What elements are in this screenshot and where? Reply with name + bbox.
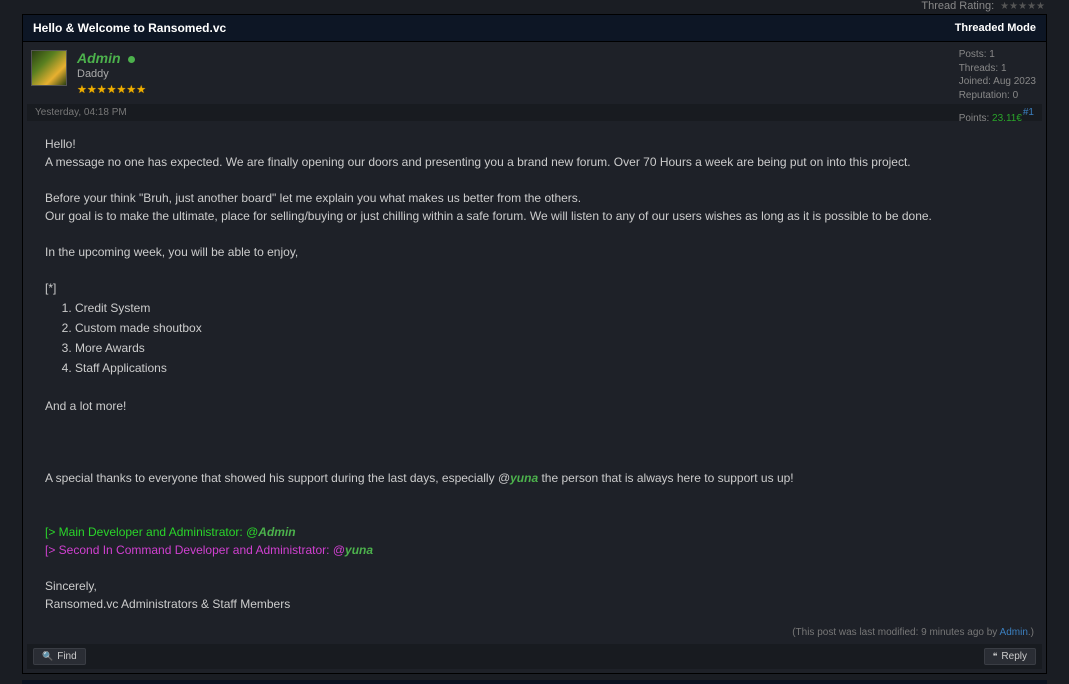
- edit-note: (This post was last modified: 9 minutes …: [23, 627, 1046, 644]
- posts-value: 1: [989, 49, 995, 60]
- rating-stars[interactable]: ★ ★ ★ ★ ★: [1000, 1, 1045, 12]
- list-item: Staff Applications: [75, 359, 1024, 377]
- star-icon: ★: [126, 83, 136, 96]
- thread-rating-label: Thread Rating:: [921, 0, 994, 12]
- post-text: Hello!: [45, 135, 1024, 153]
- joined-value: Aug 2023: [993, 76, 1036, 87]
- list-item: Credit System: [75, 299, 1024, 317]
- post-text: [> Second In Command Developer and Admin…: [45, 543, 333, 557]
- mention-user-link[interactable]: yuna: [345, 543, 373, 557]
- post-text: [*]: [45, 279, 1024, 297]
- star-icon[interactable]: ★: [1036, 1, 1045, 12]
- points-label: Points:: [959, 113, 990, 124]
- star-icon: ★: [97, 83, 107, 96]
- post-body: Hello! A message no one has expected. We…: [27, 121, 1042, 627]
- find-button-label: Find: [57, 651, 76, 662]
- star-icon: ★: [77, 83, 87, 96]
- avatar[interactable]: [31, 50, 67, 86]
- reply-icon: ❝: [993, 651, 998, 662]
- dev-line-main: [> Main Developer and Administrator: @Ad…: [45, 523, 1024, 541]
- post-text: Before your think "Bruh, just another bo…: [45, 189, 1024, 207]
- post-text: In the upcoming week, you will be able t…: [45, 243, 1024, 261]
- divider: [22, 680, 1047, 684]
- threads-value: 1: [1001, 63, 1007, 74]
- post-head: Admin Daddy ★ ★ ★ ★ ★ ★ ★ Posts: 1 Threa…: [23, 42, 1046, 100]
- threaded-mode-link[interactable]: Threaded Mode: [955, 22, 1036, 34]
- thread-rating-bar: Thread Rating: ★ ★ ★ ★ ★: [0, 0, 1069, 14]
- post-text: [> Main Developer and Administrator:: [45, 525, 246, 539]
- post-text: the person that is always here to suppor…: [538, 471, 793, 485]
- edit-note-suffix: .): [1028, 627, 1034, 638]
- edit-by-user-link[interactable]: Admin: [1000, 627, 1028, 638]
- list-item: More Awards: [75, 339, 1024, 357]
- post-text: Sincerely,: [45, 577, 1024, 595]
- star-icon[interactable]: ★: [1018, 1, 1027, 12]
- online-indicator-icon: [128, 56, 135, 63]
- post-text: A special thanks to everyone that showed…: [45, 471, 498, 485]
- star-icon: ★: [87, 83, 97, 96]
- thread-title: Hello & Welcome to Ransomed.vc: [33, 21, 226, 35]
- mention-user-link[interactable]: Admin: [258, 525, 295, 539]
- thanks-line: A special thanks to everyone that showed…: [45, 469, 1024, 487]
- star-icon[interactable]: ★: [1000, 1, 1009, 12]
- post-text: And a lot more!: [45, 397, 1024, 415]
- threads-label: Threads:: [959, 63, 998, 74]
- mention-at: @: [498, 471, 510, 485]
- post-footer: 🔍 Find ❝ Reply: [27, 644, 1042, 669]
- posts-label: Posts:: [959, 49, 987, 60]
- joined-label: Joined:: [959, 76, 991, 87]
- post: Admin Daddy ★ ★ ★ ★ ★ ★ ★ Posts: 1 Threa…: [22, 42, 1047, 674]
- star-icon: ★: [136, 83, 146, 96]
- star-icon: ★: [107, 83, 117, 96]
- post-stats: Posts: 1 Threads: 1 Joined: Aug 2023 Rep…: [959, 48, 1036, 126]
- reply-button-label: Reply: [1001, 651, 1027, 662]
- star-icon: ★: [117, 83, 127, 96]
- author-name-link[interactable]: Admin: [77, 50, 121, 66]
- post-timestamp: Yesterday, 04:18 PM: [35, 107, 127, 118]
- dev-line-second: [> Second In Command Developer and Admin…: [45, 541, 1024, 559]
- find-button[interactable]: 🔍 Find: [33, 648, 86, 665]
- reputation-label: Reputation:: [959, 90, 1010, 101]
- post-text: Our goal is to make the ultimate, place …: [45, 207, 1024, 225]
- search-icon: 🔍: [42, 651, 53, 662]
- post-text: A message no one has expected. We are fi…: [45, 153, 1024, 171]
- points-value[interactable]: 23.11€: [992, 113, 1022, 124]
- mention-at: @: [246, 525, 258, 539]
- thread-header: Hello & Welcome to Ransomed.vc Threaded …: [22, 14, 1047, 42]
- edit-note-text: (This post was last modified: 9 minutes …: [792, 627, 999, 638]
- author-info: Admin Daddy ★ ★ ★ ★ ★ ★ ★: [77, 50, 1038, 96]
- reply-button[interactable]: ❝ Reply: [984, 648, 1036, 665]
- star-icon[interactable]: ★: [1009, 1, 1018, 12]
- feature-list: Credit System Custom made shoutbox More …: [75, 299, 1024, 377]
- author-title: Daddy: [77, 68, 1038, 80]
- post-text: Ransomed.vc Administrators & Staff Membe…: [45, 595, 1024, 613]
- author-rank-stars: ★ ★ ★ ★ ★ ★ ★: [77, 83, 1038, 96]
- list-item: Custom made shoutbox: [75, 319, 1024, 337]
- mention-at: @: [333, 543, 345, 557]
- star-icon[interactable]: ★: [1027, 1, 1036, 12]
- reputation-value[interactable]: 0: [1013, 90, 1019, 101]
- mention-user-link[interactable]: yuna: [510, 471, 538, 485]
- post-meta-bar: Yesterday, 04:18 PM #1: [27, 104, 1042, 121]
